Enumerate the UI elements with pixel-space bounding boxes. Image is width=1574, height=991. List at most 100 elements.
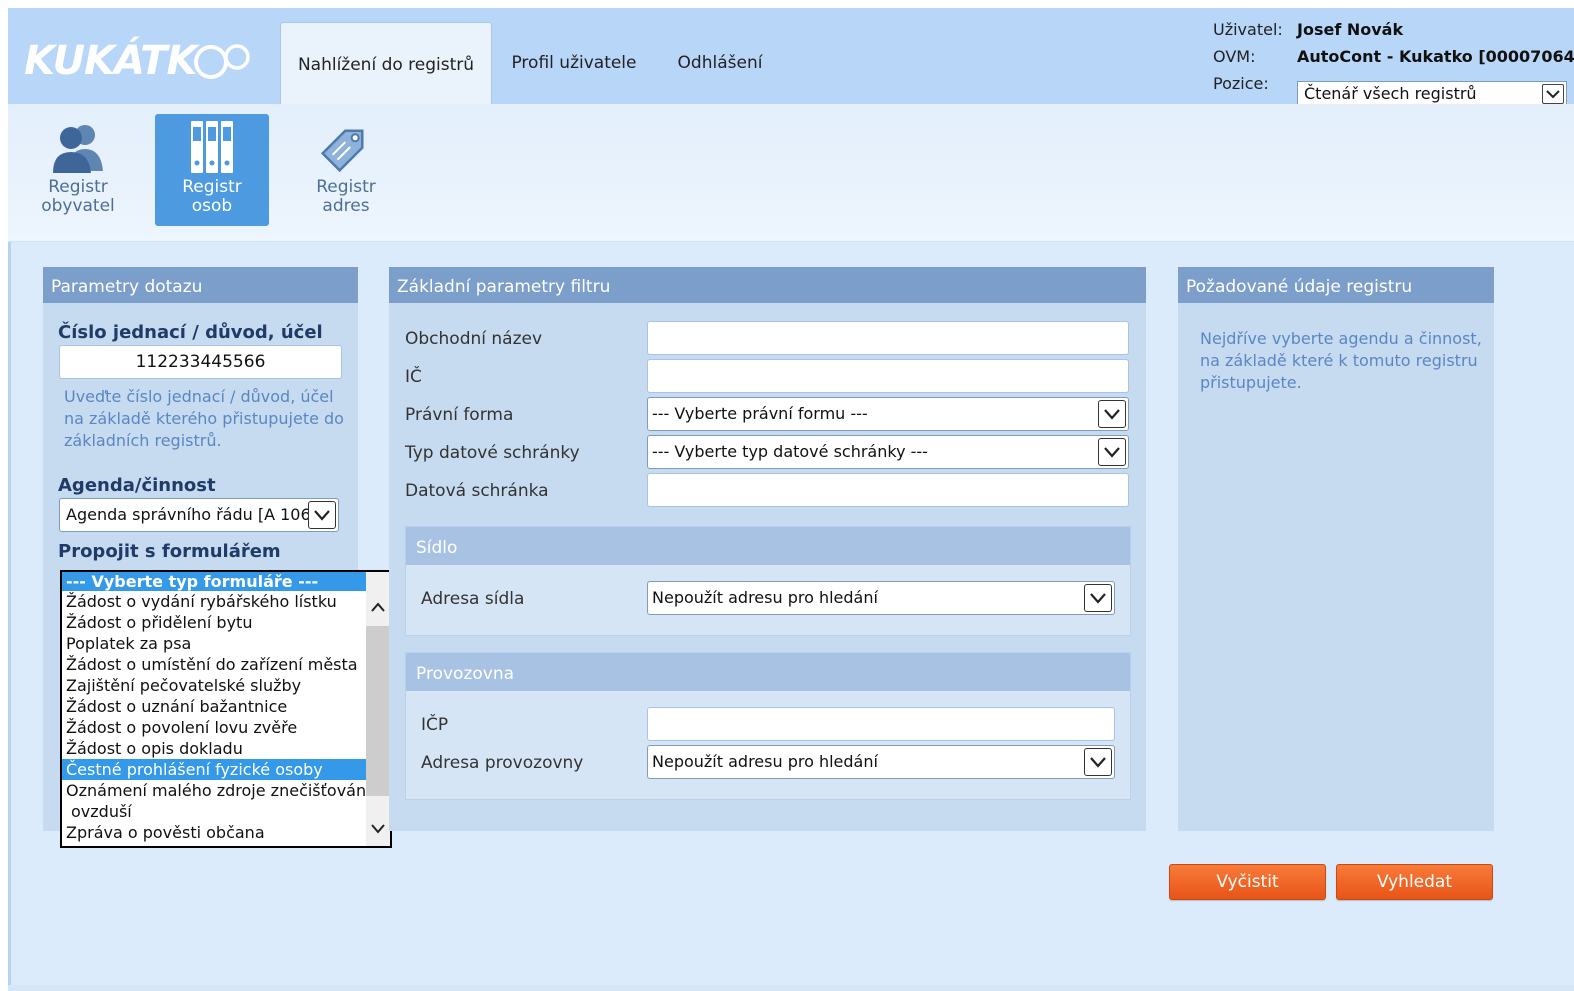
list-item-text: Žádost o vydání rybářského lístku (66, 592, 337, 611)
list-item[interactable]: Zajištění pečovatelské služby (62, 675, 366, 696)
chevron-down-icon (1542, 84, 1564, 104)
establishment-address-select[interactable]: Nepoužít adresu pro hledání (647, 745, 1115, 779)
icp-input[interactable] (647, 707, 1115, 741)
chevron-down-icon (1098, 400, 1126, 428)
business-name-input[interactable] (647, 321, 1129, 355)
databox-type-label: Typ datové schránky (405, 443, 580, 463)
list-item[interactable]: Žádost o opis dokladu (62, 738, 366, 759)
tag-icon (313, 116, 379, 178)
scroll-up-icon[interactable] (366, 596, 390, 618)
databox-type-select[interactable]: --- Vyberte typ datové schránky --- (647, 435, 1129, 469)
ic-label: IČ (405, 367, 422, 387)
list-item[interactable]: Žádost o povolení lovu zvěře (62, 717, 366, 738)
seat-address-select[interactable]: Nepoužít adresu pro hledání (647, 581, 1115, 615)
registry-label-line1: Registr (182, 177, 242, 197)
tab-odhlaseni[interactable]: Odhlášení (668, 22, 772, 104)
tab-profil[interactable]: Profil uživatele (496, 22, 652, 104)
list-item-text: Žádost o povolení lovu zvěře (66, 718, 298, 737)
list-item[interactable]: Zpráva o pověsti občana (62, 822, 366, 843)
list-item-text: Poplatek za psa (66, 634, 192, 653)
list-item-text: ovzduší (71, 802, 132, 821)
form-link-label: Propojit s formulářem (58, 541, 281, 562)
list-item-text: Zajištění pečovatelské služby (66, 676, 302, 695)
databox-input[interactable] (647, 473, 1129, 507)
registry-label-line2: adres (322, 196, 370, 216)
registry-label-line1: Registr (316, 177, 376, 197)
app-window: KUKÁTK Nahlížení do registrů Profil uživ… (8, 8, 1574, 991)
list-item-text: Čestné prohlášení fyzické osoby (66, 760, 323, 779)
hint-line: Uveďte číslo jednací / důvod, účel (64, 387, 334, 406)
tab-label: Profil uživatele (511, 53, 637, 73)
scrollbar-thumb[interactable] (366, 626, 390, 796)
establishment-title: Provozovna (406, 653, 1130, 691)
seat-title: Sídlo (406, 527, 1130, 565)
chevron-down-icon (1098, 438, 1126, 466)
position-label: Pozice: (1213, 74, 1269, 93)
search-button[interactable]: Vyhledat (1336, 864, 1493, 900)
registry-obyvatel-button[interactable]: Registr obyvatel (21, 114, 135, 226)
form-type-listbox[interactable]: --- Vyberte typ formuláře --- Žádost o v… (60, 570, 392, 848)
agenda-select[interactable]: Agenda správního řádu [A 106] (59, 498, 339, 532)
reference-hint: Uveďte číslo jednací / důvod, účel na zá… (64, 386, 344, 452)
panel-title: Základní parametry filtru (389, 267, 1146, 303)
legal-form-label: Právní forma (405, 405, 514, 425)
clear-button[interactable]: Vyčistit (1169, 864, 1326, 900)
chevron-down-icon (1084, 748, 1112, 776)
ovm-label: OVM: (1213, 47, 1256, 66)
list-item[interactable]: Oznámení malého zdroje znečišťování (62, 780, 371, 801)
legal-form-value: --- Vyberte právní formu --- (652, 404, 868, 423)
hint-line: na základě kterého přistupujete do (64, 409, 344, 428)
tab-label: Nahlížení do registrů (297, 54, 475, 75)
databox-label: Datová schránka (405, 481, 549, 501)
hint-line: přistupujete. (1200, 373, 1302, 392)
list-item-text: Žádost o uznání bažantnice (66, 697, 288, 716)
list-item-text: --- Vyberte typ formuláře --- (66, 572, 319, 591)
ovm-value: AutoCont - Kukatko [00007064] (1297, 47, 1574, 66)
kukatko-logo: KUKÁTK (24, 36, 252, 86)
chevron-down-icon (308, 501, 336, 529)
logo-text: KUKÁTK (24, 38, 197, 84)
seat-address-label: Adresa sídla (421, 589, 525, 609)
hint-line: Nejdříve vyberte agendu a činnost, (1200, 329, 1482, 348)
agenda-label: Agenda/činnost (58, 475, 216, 496)
user-name: Josef Novák (1297, 20, 1404, 39)
registry-adres-button[interactable]: Registr adres (289, 114, 403, 226)
tab-label: Odhlášení (677, 53, 763, 73)
clear-button-label: Vyčistit (1216, 872, 1279, 892)
establishment-address-value: Nepoužít adresu pro hledání (652, 752, 878, 771)
legal-form-select[interactable]: --- Vyberte právní formu --- (647, 397, 1129, 431)
binoculars-logo-icon (194, 44, 251, 79)
list-item[interactable]: Žádost o uznání bažantnice (62, 696, 366, 717)
registry-bar: Registr obyvatel Registr osob Registr ad… (8, 104, 1574, 242)
list-item-selected[interactable]: Čestné prohlášení fyzické osoby (62, 759, 366, 780)
people-icon (45, 116, 111, 178)
user-label: Uživatel: (1213, 20, 1283, 39)
tab-nahlizeni[interactable]: Nahlížení do registrů (280, 22, 492, 106)
list-item-text: Oznámení malého zdroje znečišťování (66, 781, 371, 800)
list-item-text: Žádost o opis dokladu (66, 739, 243, 758)
list-item[interactable]: Žádost o vydání rybářského lístku (62, 591, 366, 612)
list-item-text: Žádost o přidělení bytu (66, 613, 253, 632)
panel-title: Parametry dotazu (43, 267, 358, 303)
chevron-down-icon (1084, 584, 1112, 612)
registry-label-line2: obyvatel (41, 196, 115, 216)
binders-icon (179, 116, 245, 178)
list-item[interactable]: --- Vyberte typ formuláře --- (62, 572, 366, 591)
establishment-address-label: Adresa provozovny (421, 753, 584, 773)
databox-type-value: --- Vyberte typ datové schránky --- (652, 442, 928, 461)
registry-label-line2: osob (191, 196, 233, 216)
registry-osob-button[interactable]: Registr osob (155, 114, 269, 226)
list-item-text: Zpráva o pověsti občana (66, 823, 265, 842)
list-item[interactable]: Poplatek za psa (62, 633, 366, 654)
top-header: KUKÁTK Nahlížení do registrů Profil uživ… (8, 8, 1574, 107)
list-item[interactable]: Žádost o umístění do zařízení města (62, 654, 366, 675)
ic-input[interactable] (647, 359, 1129, 393)
listbox-scrollbar[interactable] (366, 572, 390, 846)
reference-number-input[interactable]: 112233445566 (59, 345, 342, 379)
list-item[interactable]: ovzduší (62, 801, 366, 822)
list-item[interactable]: Žádost o přidělení bytu (62, 612, 366, 633)
reference-number-label: Číslo jednací / důvod, účel (58, 322, 323, 343)
scroll-down-icon[interactable] (366, 818, 390, 840)
business-name-label: Obchodní název (405, 329, 543, 349)
position-select-value: Čtenář všech registrů (1304, 84, 1477, 103)
